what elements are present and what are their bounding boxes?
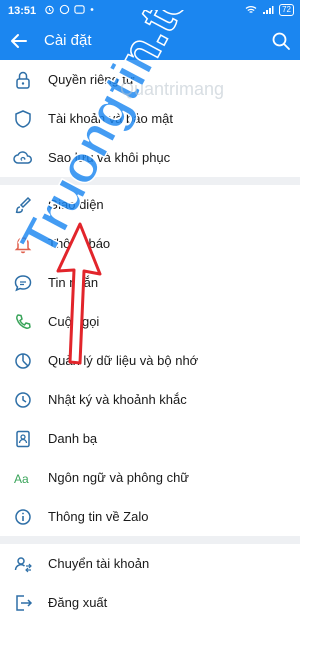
search-icon[interactable] [270, 30, 292, 52]
lock-icon [16, 71, 30, 89]
settings-item-label: Cuộc gọi [48, 314, 100, 329]
settings-item-backup[interactable]: Sao lưu và khôi phục [0, 138, 300, 177]
settings-item-label: Quyền riêng tư [48, 72, 135, 87]
settings-item-label: Đăng xuất [48, 595, 108, 610]
settings-item-label: Tin nhắn [48, 275, 99, 290]
chat-icon [14, 275, 32, 292]
phone-icon [16, 314, 31, 329]
dot-icon [90, 8, 94, 11]
settings-item-label: Danh bạ [48, 431, 98, 446]
section-divider [0, 177, 300, 185]
settings-item-label: Thông tin về Zalo [48, 509, 149, 524]
settings-item-label: Thông báo [48, 236, 111, 251]
status-time: 13:51 [8, 5, 37, 17]
settings-item-switch-account[interactable]: Chuyển tài khoản [0, 544, 300, 583]
settings-item-label: Chuyển tài khoản [48, 556, 150, 571]
app-bar: Cài đặt [0, 22, 300, 60]
back-arrow-icon[interactable] [8, 30, 30, 52]
settings-item-calls[interactable]: Cuộc gọi [0, 302, 300, 341]
settings-item-label: Nhật ký và khoảnh khắc [48, 392, 187, 407]
bell-icon [14, 237, 32, 254]
settings-item-label: Giao diện [48, 197, 104, 212]
settings-item-account-security[interactable]: Tài khoản và bảo mật [0, 99, 300, 138]
settings-item-label: Tài khoản và bảo mật [48, 111, 174, 126]
settings-item-about[interactable]: Thông tin về Zalo [0, 497, 300, 536]
settings-item-language-font[interactable]: Aa Ngôn ngữ và phông chữ [0, 458, 300, 497]
battery-level: 72 [279, 4, 294, 16]
switch-account-icon [14, 557, 32, 573]
shield-icon [15, 110, 31, 128]
messenger-icon [59, 4, 70, 15]
contacts-icon [16, 430, 30, 448]
brush-icon [15, 196, 32, 214]
settings-item-label: Ngôn ngữ và phông chữ [48, 470, 190, 485]
cloud-sync-icon [13, 151, 32, 164]
settings-item-contacts[interactable]: Danh bạ [0, 419, 300, 458]
settings-item-label: Quản lý dữ liệu và bộ nhớ [48, 353, 199, 368]
settings-item-theme[interactable]: Giao diện [0, 185, 300, 224]
settings-item-timeline[interactable]: Nhật ký và khoảnh khắc [0, 380, 300, 419]
alarm-icon [45, 5, 54, 15]
settings-item-logout[interactable]: Đăng xuất [0, 583, 300, 622]
system-icons: 72 [245, 4, 294, 16]
svg-text:Aa: Aa [14, 472, 29, 486]
settings-item-label: Sao lưu và khôi phục [48, 150, 171, 165]
section-divider [0, 536, 300, 544]
settings-item-notifications[interactable]: Thông báo [0, 224, 300, 263]
notification-icons [44, 4, 95, 15]
pie-chart-icon [15, 353, 31, 369]
info-icon [15, 509, 31, 525]
font-icon: Aa [14, 472, 29, 486]
wifi-icon [245, 6, 257, 13]
status-bar: 13:51 72 [0, 0, 300, 22]
clock-icon [15, 392, 31, 408]
signal-icon [263, 6, 274, 14]
page-title: Cài đặt [44, 32, 92, 49]
zalo-icon [74, 5, 85, 14]
logout-icon [16, 595, 33, 611]
settings-item-messages[interactable]: Tin nhắn [0, 263, 300, 302]
settings-item-privacy[interactable]: Quyền riêng tư [0, 60, 300, 99]
settings-item-data-storage[interactable]: Quản lý dữ liệu và bộ nhớ [0, 341, 300, 380]
